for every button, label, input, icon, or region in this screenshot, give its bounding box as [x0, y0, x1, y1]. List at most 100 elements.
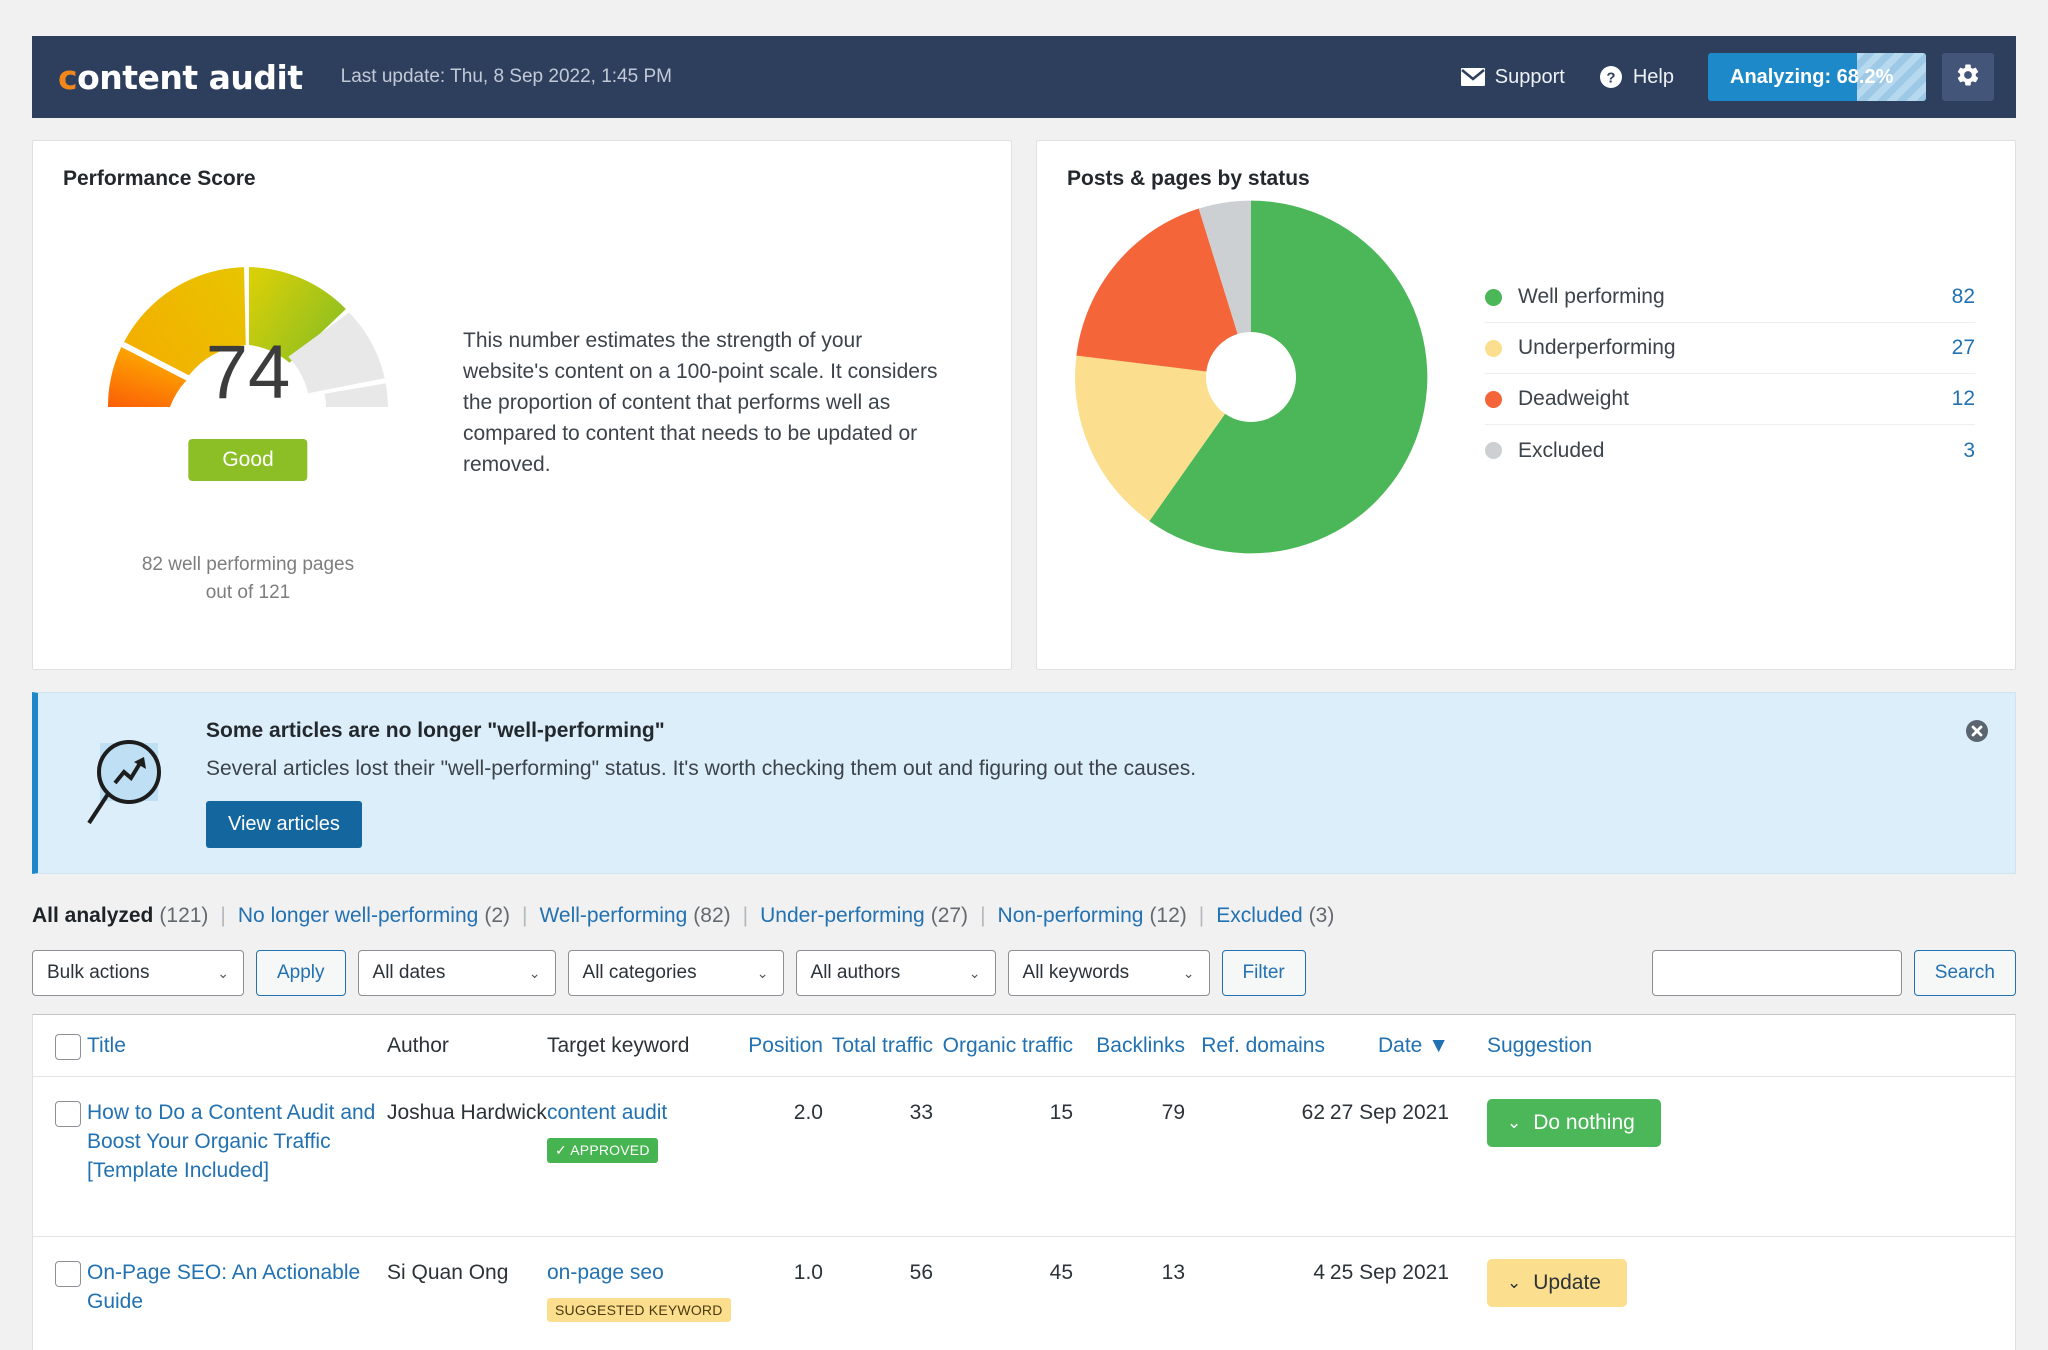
cell-organic-traffic: 45: [1049, 1261, 1073, 1284]
column-header-title[interactable]: Title: [87, 1034, 387, 1058]
tab-label[interactable]: Excluded: [1216, 904, 1302, 927]
column-header-target-keyword: Target keyword: [547, 1033, 690, 1057]
category-filter-select[interactable]: All categories ⌄: [567, 950, 784, 996]
legend-item[interactable]: Deadweight 12: [1485, 374, 1975, 425]
title-link[interactable]: How to Do a Content Audit and Boost Your…: [87, 1101, 375, 1182]
legend-color-dot: [1485, 288, 1502, 306]
cell-title: On-Page SEO: An Actionable Guide: [87, 1259, 387, 1317]
legend-value[interactable]: 3: [1963, 439, 1975, 463]
search-input[interactable]: [1651, 950, 1902, 996]
donut-hole: [1206, 332, 1296, 422]
content-audit-page: content audit Last update: Thu, 8 Sep 20…: [0, 36, 2048, 1350]
performance-score-value: 74: [205, 330, 291, 415]
legend-value[interactable]: 12: [1952, 387, 1975, 411]
mail-icon: [1460, 68, 1485, 86]
legend-value[interactable]: 82: [1952, 285, 1975, 309]
date-filter-select[interactable]: All dates ⌄: [357, 950, 556, 996]
tab-count: (12): [1149, 904, 1187, 927]
gear-icon: [1955, 62, 1981, 93]
tab-under-performing[interactable]: Under-performing (27): [760, 904, 968, 928]
dismiss-banner-button[interactable]: [1965, 719, 1989, 748]
support-link[interactable]: Support: [1460, 65, 1565, 89]
filter-button[interactable]: Filter: [1221, 950, 1306, 996]
gauge-subtitle-line2: out of 121: [205, 581, 291, 603]
close-icon: [1966, 720, 1988, 742]
support-label: Support: [1494, 65, 1565, 88]
tab-label[interactable]: No longer well-performing: [238, 904, 478, 927]
status-donut-chart: [1075, 200, 1428, 554]
select-all-checkbox[interactable]: [55, 1033, 81, 1060]
gauge-section: 74 Good 82 well performing pages out of …: [33, 207, 463, 606]
status-legend: Well performing 82 Underperforming 27 De…: [1485, 272, 1975, 476]
column-header-backlinks[interactable]: Backlinks: [1073, 1034, 1185, 1058]
author-filter-value: All authors: [810, 962, 901, 983]
gauge-subtitle: 82 well performing pages out of 121: [33, 551, 463, 606]
tab-separator: |: [522, 904, 528, 927]
apply-button[interactable]: Apply: [256, 950, 346, 996]
help-link[interactable]: ? Help: [1599, 65, 1674, 89]
legend-label: Well performing: [1518, 285, 1665, 308]
cell-position: 2.0: [793, 1101, 823, 1124]
keyword-filter-select[interactable]: All keywords ⌄: [1007, 950, 1210, 996]
tab-label: All analyzed: [32, 904, 154, 927]
title-link[interactable]: On-Page SEO: An Actionable Guide: [87, 1261, 360, 1313]
column-header-total-traffic[interactable]: Total traffic: [823, 1034, 933, 1058]
header-actions: Support ? Help Analyzing: 68.2%: [1460, 53, 1994, 101]
bulk-actions-select[interactable]: Bulk actions ⌄: [32, 950, 244, 996]
column-header-ref-domains[interactable]: Ref. domains: [1185, 1034, 1325, 1058]
cell-author: Joshua Hardwick: [387, 1101, 547, 1124]
cell-suggestion: ⌄ Update: [1455, 1259, 2015, 1307]
row-checkbox[interactable]: [55, 1261, 81, 1287]
legend-label: Excluded: [1518, 438, 1605, 462]
magnifier-trend-icon: [84, 731, 192, 836]
keyword-link[interactable]: content audit: [547, 1099, 737, 1128]
settings-button[interactable]: [1942, 53, 1994, 101]
tab-label[interactable]: Well-performing: [539, 904, 687, 927]
tab-no-longer-well-performing[interactable]: No longer well-performing (2): [238, 904, 510, 928]
keyword-filter-value: All keywords: [1022, 962, 1130, 983]
row-checkbox[interactable]: [55, 1101, 81, 1127]
column-header-date[interactable]: Date ▼: [1325, 1034, 1455, 1058]
chevron-down-icon: ⌄: [528, 964, 541, 981]
legend-color-dot: [1485, 339, 1502, 357]
cell-date: 27 Sep 2021: [1329, 1101, 1449, 1124]
legend-color-dot: [1485, 390, 1502, 408]
suggestion-dropdown-button[interactable]: ⌄ Do nothing: [1487, 1099, 1661, 1147]
select-all-cell: [33, 1032, 87, 1060]
search-area: Search: [1651, 950, 2016, 996]
status-filter-tabs: All analyzed (121) | No longer well-perfo…: [32, 904, 2016, 928]
search-button[interactable]: Search: [1913, 950, 2016, 996]
tab-well-performing[interactable]: Well-performing (82): [539, 904, 730, 928]
analyzing-label: Analyzing: 68.2%: [1730, 65, 1894, 88]
chevron-down-icon: ⌄: [1507, 1113, 1522, 1132]
keyword-link[interactable]: on-page seo: [547, 1259, 737, 1288]
suggestion-dropdown-button[interactable]: ⌄ Update: [1487, 1259, 1627, 1307]
tab-excluded[interactable]: Excluded (3): [1216, 904, 1334, 928]
performance-rating-badge: Good: [188, 439, 308, 481]
legend-label: Underperforming: [1518, 336, 1676, 359]
logo-accent-letter: c: [58, 57, 78, 97]
analyzing-progress[interactable]: Analyzing: 68.2%: [1708, 53, 1926, 101]
legend-item[interactable]: Excluded 3: [1485, 425, 1975, 476]
tab-label[interactable]: Non-performing: [998, 904, 1144, 927]
gauge-subtitle-line1: 82 well performing pages: [141, 554, 355, 575]
tab-non-performing[interactable]: Non-performing (12): [998, 904, 1187, 928]
keyword-status-badge: ✓ APPROVED: [547, 1137, 658, 1163]
cell-organic-traffic: 15: [1049, 1101, 1073, 1124]
view-articles-button[interactable]: View articles: [206, 800, 362, 848]
banner-body: Several articles lost their "well-perfor…: [206, 756, 1197, 780]
legend-item[interactable]: Well performing 82: [1485, 272, 1975, 323]
legend-item[interactable]: Underperforming 27: [1485, 323, 1975, 374]
logo-text: ontent audit: [77, 57, 303, 97]
overview-cards: Performance Score 74 Good 82 well perfor…: [32, 140, 2016, 670]
author-filter-select[interactable]: All authors ⌄: [795, 950, 996, 996]
column-header-suggestion[interactable]: Suggestion: [1455, 1034, 2015, 1058]
tab-label[interactable]: Under-performing: [760, 904, 925, 927]
filter-toolbar: Bulk actions ⌄ Apply All dates ⌄ All cat…: [32, 950, 2016, 996]
column-header-organic-traffic[interactable]: Organic traffic: [933, 1034, 1073, 1058]
legend-value[interactable]: 27: [1952, 336, 1975, 360]
tab-all-analyzed[interactable]: All analyzed (121): [32, 904, 208, 928]
category-filter-value: All categories: [582, 962, 697, 983]
tab-count: (27): [930, 904, 969, 927]
column-header-position[interactable]: Position: [737, 1034, 823, 1058]
